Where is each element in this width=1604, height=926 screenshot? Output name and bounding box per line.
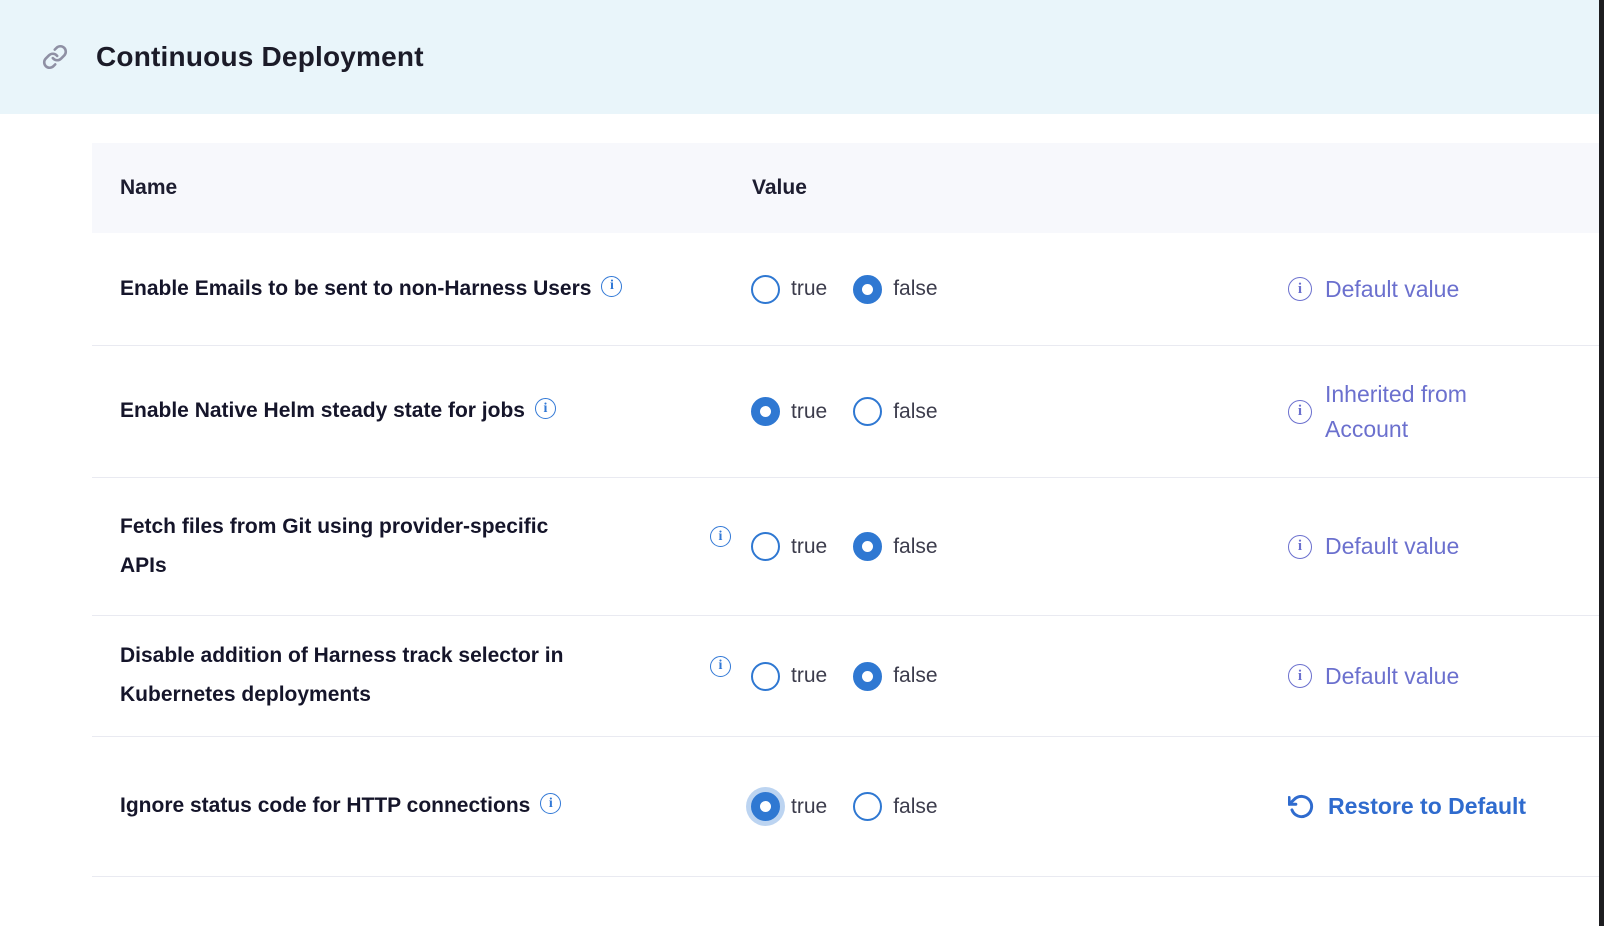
setting-value-cell: true false <box>710 478 938 615</box>
table-header: Name Value <box>92 143 1599 233</box>
radio-true-label[interactable]: true <box>791 664 827 688</box>
page-title: Continuous Deployment <box>96 41 424 73</box>
setting-status-cell: Inherited from Account <box>1288 346 1547 477</box>
radio-true[interactable] <box>751 792 780 821</box>
setting-label-cell: Fetch files from Git using provider-spec… <box>92 508 702 586</box>
setting-status-cell: Restore to Default <box>1288 737 1526 876</box>
column-header-value: Value <box>752 176 807 200</box>
radio-group: true false <box>751 662 938 691</box>
radio-false-label[interactable]: false <box>893 664 937 688</box>
setting-value-cell: true false <box>710 346 938 477</box>
info-icon[interactable] <box>710 656 731 677</box>
radio-group: true false <box>751 275 938 304</box>
right-edge-divider <box>1599 0 1604 926</box>
radio-true-label[interactable]: true <box>791 795 827 819</box>
info-icon[interactable] <box>1288 277 1312 301</box>
radio-true[interactable] <box>751 275 780 304</box>
setting-row: Ignore status code for HTTP connections … <box>92 737 1599 877</box>
radio-false-label[interactable]: false <box>893 277 937 301</box>
info-icon[interactable] <box>1288 400 1312 424</box>
setting-label-cell: Ignore status code for HTTP connections <box>92 787 702 826</box>
setting-status-cell: Default value <box>1288 616 1459 736</box>
setting-status-cell: Default value <box>1288 478 1459 615</box>
setting-name: Ignore status code for HTTP connections <box>120 794 530 817</box>
setting-row: Fetch files from Git using provider-spec… <box>92 478 1599 616</box>
radio-true-label[interactable]: true <box>791 277 827 301</box>
info-icon[interactable] <box>1288 664 1312 688</box>
radio-false[interactable] <box>853 532 882 561</box>
setting-name: Enable Emails to be sent to non-Harness … <box>120 277 591 300</box>
radio-false-label[interactable]: false <box>893 795 937 819</box>
column-header-name: Name <box>120 176 177 200</box>
radio-true[interactable] <box>751 532 780 561</box>
info-icon[interactable] <box>1288 535 1312 559</box>
radio-false-label[interactable]: false <box>893 400 937 424</box>
setting-name: Disable addition of Harness track select… <box>120 644 563 706</box>
radio-false[interactable] <box>853 792 882 821</box>
status-label[interactable]: Restore to Default <box>1328 789 1526 824</box>
setting-value-cell: true false <box>710 616 938 736</box>
setting-value-cell: true false <box>710 233 938 345</box>
status-label: Default value <box>1325 529 1459 564</box>
info-icon[interactable] <box>540 793 561 814</box>
info-icon[interactable] <box>601 276 622 297</box>
radio-true[interactable] <box>751 397 780 426</box>
status-label: Default value <box>1325 659 1459 694</box>
setting-status-cell: Default value <box>1288 233 1459 345</box>
radio-true-label[interactable]: true <box>791 400 827 424</box>
setting-label-cell: Enable Emails to be sent to non-Harness … <box>92 270 702 309</box>
settings-page: Continuous Deployment Name Value Enable … <box>0 0 1604 926</box>
setting-label-cell: Enable Native Helm steady state for jobs <box>92 392 702 431</box>
radio-false[interactable] <box>853 275 882 304</box>
radio-group: true false <box>751 397 938 426</box>
setting-label-cell: Disable addition of Harness track select… <box>92 637 702 715</box>
status-label: Default value <box>1325 272 1459 307</box>
radio-group: true false <box>751 532 938 561</box>
setting-name: Enable Native Helm steady state for jobs <box>120 399 525 422</box>
setting-value-cell: true false <box>710 737 938 876</box>
section-header: Continuous Deployment <box>0 0 1604 114</box>
info-icon[interactable] <box>535 398 556 419</box>
link-icon[interactable] <box>42 44 68 70</box>
radio-group: true false <box>751 792 938 821</box>
radio-true[interactable] <box>751 662 780 691</box>
restore-icon[interactable] <box>1288 793 1315 820</box>
settings-table: Name Value Enable Emails to be sent to n… <box>92 143 1599 877</box>
radio-false[interactable] <box>853 397 882 426</box>
radio-false-label[interactable]: false <box>893 535 937 559</box>
radio-false[interactable] <box>853 662 882 691</box>
radio-true-label[interactable]: true <box>791 535 827 559</box>
status-label: Inherited from Account <box>1325 377 1547 446</box>
info-icon[interactable] <box>710 526 731 547</box>
setting-row: Disable addition of Harness track select… <box>92 616 1599 737</box>
setting-row: Enable Emails to be sent to non-Harness … <box>92 233 1599 346</box>
setting-row: Enable Native Helm steady state for jobs… <box>92 346 1599 478</box>
setting-name: Fetch files from Git using provider-spec… <box>120 515 548 577</box>
